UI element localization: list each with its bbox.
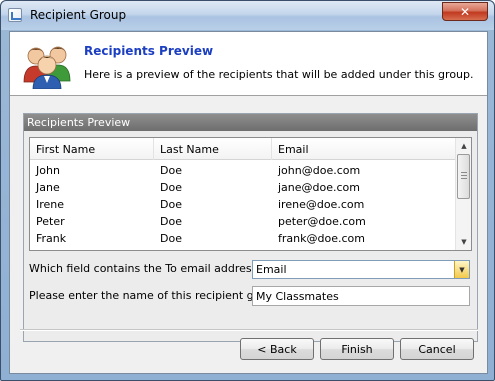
grip-line	[461, 178, 467, 179]
back-button[interactable]: < Back	[240, 338, 314, 360]
cell-last-name: Doe	[160, 232, 182, 245]
cell-first-name: John	[36, 164, 60, 177]
scroll-thumb[interactable]	[457, 154, 470, 199]
scroll-down-icon[interactable]: ▼	[456, 234, 471, 250]
group-header: Recipients Preview	[24, 114, 477, 131]
to-field-select[interactable]: Email ▼	[252, 260, 470, 279]
to-field-value: Email	[256, 263, 287, 276]
cell-first-name: Frank	[36, 232, 67, 245]
cell-email: frank@doe.com	[278, 232, 365, 245]
cell-first-name: Irene	[36, 198, 65, 211]
cell-first-name: Jane	[36, 181, 60, 194]
app-icon	[8, 8, 22, 22]
column-first-name[interactable]: First Name	[30, 138, 154, 160]
grip-line	[461, 175, 467, 176]
table-row[interactable]: Irene Doe irene@doe.com	[30, 196, 455, 213]
close-button[interactable]: ✕	[442, 2, 488, 21]
listview-header: First Name Last Name Email	[30, 138, 455, 160]
cell-email: john@doe.com	[278, 164, 361, 177]
scroll-up-icon[interactable]: ▲	[456, 138, 471, 154]
table-row[interactable]: Jane Doe jane@doe.com	[30, 179, 455, 196]
recipients-listview[interactable]: First Name Last Name Email John Doe john…	[29, 137, 472, 251]
cell-email: jane@doe.com	[278, 181, 361, 194]
chevron-down-icon[interactable]: ▼	[454, 261, 469, 278]
cell-email: irene@doe.com	[278, 198, 365, 211]
dialog-window: Recipient Group ✕ Recipients Preview Her…	[0, 0, 495, 381]
header-subtitle: Here is a preview of the recipients that…	[84, 68, 474, 81]
users-group-icon	[23, 46, 71, 89]
finish-button[interactable]: Finish	[320, 338, 394, 360]
cell-email: peter@doe.com	[278, 215, 366, 228]
table-row[interactable]: Frank Doe frank@doe.com	[30, 230, 455, 247]
footer-divider	[20, 329, 478, 331]
table-row[interactable]: Peter Doe peter@doe.com	[30, 213, 455, 230]
cancel-button[interactable]: Cancel	[400, 338, 474, 360]
table-row[interactable]: John Doe john@doe.com	[30, 162, 455, 179]
cell-last-name: Doe	[160, 181, 182, 194]
cell-last-name: Doe	[160, 164, 182, 177]
group-name-label: Please enter the name of this recipient …	[29, 289, 283, 302]
dialog-client: Recipients Preview Here is a preview of …	[9, 31, 488, 374]
recipients-preview-group: Recipients Preview First Name Last Name …	[23, 113, 478, 342]
to-field-label: Which field contains the To email addres…	[29, 262, 264, 275]
cell-first-name: Peter	[36, 215, 65, 228]
window-title: Recipient Group	[30, 8, 127, 22]
wizard-header: Recipients Preview Here is a preview of …	[10, 32, 487, 96]
header-title: Recipients Preview	[84, 44, 214, 58]
cell-last-name: Doe	[160, 198, 182, 211]
column-email[interactable]: Email	[272, 138, 455, 160]
cell-last-name: Doe	[160, 215, 182, 228]
column-last-name[interactable]: Last Name	[154, 138, 272, 160]
grip-line	[461, 172, 467, 173]
group-name-input[interactable]: My Classmates	[252, 286, 470, 306]
title-bar[interactable]: Recipient Group ✕	[1, 1, 494, 30]
vertical-scrollbar[interactable]: ▲ ▼	[455, 138, 471, 250]
